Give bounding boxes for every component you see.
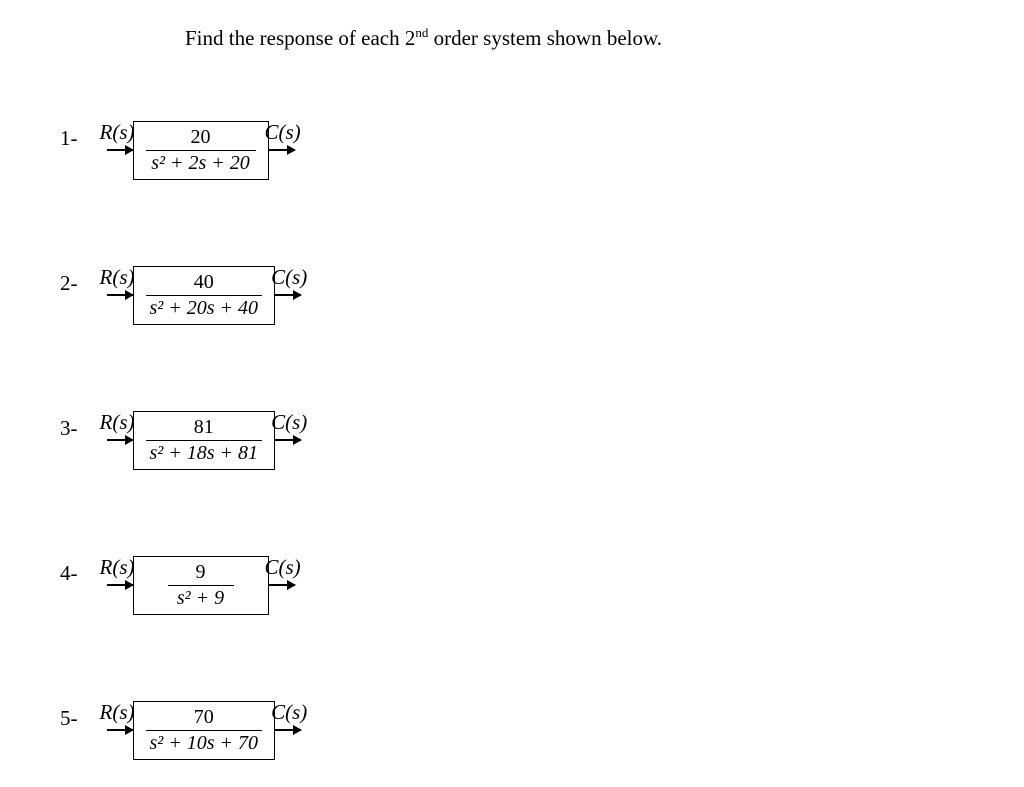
denominator: s² + 20s + 40 bbox=[146, 296, 263, 320]
numerator: 20 bbox=[187, 126, 215, 150]
denominator: s² + 9 bbox=[173, 586, 228, 610]
arrow-out-icon bbox=[275, 729, 301, 731]
system-3: 3- R(s) 81 s² + 18s + 81 C(s) bbox=[60, 410, 309, 470]
output-signal: C(s) bbox=[271, 410, 307, 435]
page-title: Find the response of each 2nd order syst… bbox=[185, 25, 662, 51]
numerator: 81 bbox=[190, 416, 218, 440]
arrow-out-icon bbox=[275, 439, 301, 441]
arrow-in-icon bbox=[107, 439, 133, 441]
arrow-out-icon bbox=[275, 294, 301, 296]
denominator: s² + 10s + 70 bbox=[146, 731, 263, 755]
denominator: s² + 18s + 81 bbox=[146, 441, 263, 465]
arrow-in-icon bbox=[107, 584, 133, 586]
input-signal: R(s) bbox=[100, 265, 135, 290]
numerator: 9 bbox=[192, 561, 210, 585]
transfer-function-box: 40 s² + 20s + 40 bbox=[133, 266, 276, 325]
arrow-in-icon bbox=[107, 729, 133, 731]
numerator: 70 bbox=[190, 706, 218, 730]
system-5: 5- R(s) 70 s² + 10s + 70 C(s) bbox=[60, 700, 309, 760]
arrow-in-icon bbox=[107, 294, 133, 296]
numerator: 40 bbox=[190, 271, 218, 295]
system-label: 5- bbox=[60, 706, 78, 731]
output-signal: C(s) bbox=[265, 120, 301, 145]
system-2: 2- R(s) 40 s² + 20s + 40 C(s) bbox=[60, 265, 309, 325]
output-signal: C(s) bbox=[271, 700, 307, 725]
transfer-function-box: 81 s² + 18s + 81 bbox=[133, 411, 276, 470]
title-pre: Find the response of each 2 bbox=[185, 26, 415, 50]
system-4: 4- R(s) 9 s² + 9 C(s) bbox=[60, 555, 303, 615]
system-label: 3- bbox=[60, 416, 78, 441]
system-1: 1- R(s) 20 s² + 2s + 20 C(s) bbox=[60, 120, 303, 180]
input-signal: R(s) bbox=[100, 410, 135, 435]
arrow-out-icon bbox=[269, 149, 295, 151]
arrow-out-icon bbox=[269, 584, 295, 586]
denominator: s² + 2s + 20 bbox=[147, 151, 254, 175]
output-signal: C(s) bbox=[271, 265, 307, 290]
input-signal: R(s) bbox=[100, 120, 135, 145]
transfer-function-box: 70 s² + 10s + 70 bbox=[133, 701, 276, 760]
input-signal: R(s) bbox=[100, 555, 135, 580]
title-sup: nd bbox=[415, 25, 428, 40]
transfer-function-box: 20 s² + 2s + 20 bbox=[133, 121, 269, 180]
title-post: order system shown below. bbox=[428, 26, 662, 50]
system-label: 2- bbox=[60, 271, 78, 296]
input-signal: R(s) bbox=[100, 700, 135, 725]
arrow-in-icon bbox=[107, 149, 133, 151]
system-label: 1- bbox=[60, 126, 78, 151]
transfer-function-box: 9 s² + 9 bbox=[133, 556, 269, 615]
system-label: 4- bbox=[60, 561, 78, 586]
output-signal: C(s) bbox=[265, 555, 301, 580]
